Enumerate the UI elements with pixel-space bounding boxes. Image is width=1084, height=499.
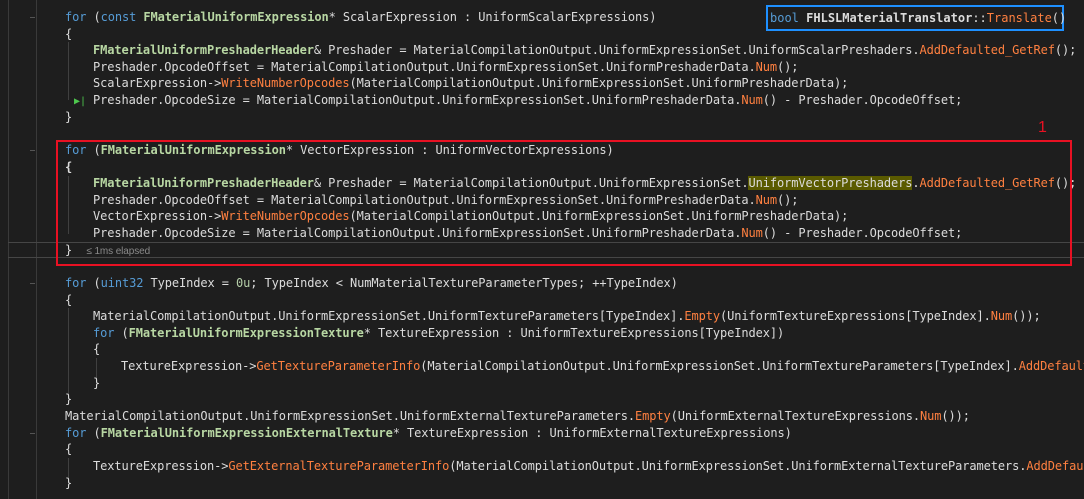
code-text: } (93, 376, 101, 390)
keyword: for (93, 326, 115, 340)
code-text: } (65, 110, 73, 124)
code-text: { (65, 293, 73, 307)
function-name: AddDefaulted_GetRef (919, 43, 1055, 57)
number-literal: 0u (236, 276, 251, 290)
fold-marker[interactable] (30, 17, 35, 18)
code-text: ; TypeIndex < NumMaterialTextureParamete… (250, 276, 678, 290)
annotation-number: 1 (1038, 119, 1047, 136)
type-name: FMaterialUniformExpression (143, 10, 329, 24)
code-text: ( (114, 326, 129, 340)
code-text: ( (86, 276, 101, 290)
function-name: Num (990, 309, 1013, 323)
type-name: FMaterialUniformExpressionTexture (128, 326, 364, 340)
function-name: GetExternalTextureParameterInfo (228, 459, 450, 473)
indent-guide (68, 308, 69, 398)
type-name: FMaterialUniformExpressionExternalTextur… (100, 426, 393, 440)
code-text: Preshader.OpcodeOffset = MaterialCompila… (93, 60, 756, 74)
keyword: for (65, 10, 87, 24)
code-editor[interactable]: for (const FMaterialUniformExpression* S… (0, 0, 1084, 499)
code-text: TextureExpression-> (93, 459, 229, 473)
indent-guide (68, 42, 69, 100)
run-to-click-icon[interactable]: ▶| (74, 96, 86, 107)
type-name: FMaterialUniformPreshaderHeader (93, 43, 314, 57)
code-text: (MaterialCompilationOutput.UniformExpres… (420, 359, 1019, 373)
code-text: (UniformExternalTextureExpressions. (670, 409, 920, 423)
return-type: bool (770, 11, 799, 25)
code-text: } (65, 392, 73, 406)
method-name: Translate (986, 11, 1052, 25)
code-text: { (93, 342, 101, 356)
code-text: { (65, 27, 73, 41)
code-text: * TextureExpression : UniformExternalTex… (392, 426, 792, 440)
function-name: Empty (684, 309, 720, 323)
class-name: FHLSLMaterialTranslator (806, 11, 973, 25)
function-name: AddDefaulte (1026, 459, 1084, 473)
function-name: Num (755, 60, 777, 74)
code-text: Preshader.OpcodeSize = MaterialCompilati… (93, 93, 742, 107)
code-text: MaterialCompilationOutput.UniformExpress… (65, 409, 635, 423)
code-text: (); (776, 60, 799, 74)
fold-marker[interactable] (30, 150, 35, 151)
function-navigation-bar[interactable]: bool FHLSLMaterialTranslator::Translate(… (766, 5, 1067, 31)
code-text: (MaterialCompilationOutput.UniformExpres… (349, 76, 849, 90)
function-name: WriteNumberOpcodes (221, 76, 350, 90)
keyword: const (100, 10, 137, 24)
code-text: TextureExpression-> (121, 359, 257, 373)
function-name: Num (741, 93, 763, 107)
code-text: MaterialCompilationOutput.UniformExpress… (93, 309, 685, 323)
code-text: ( (86, 10, 101, 24)
code-text: (MaterialCompilationOutput.UniformExpres… (449, 459, 1027, 473)
function-name: AddDefaulted (1018, 359, 1084, 373)
scope-separator: :: (972, 11, 987, 25)
keyword: for (65, 426, 87, 440)
fold-marker[interactable] (30, 433, 35, 434)
fold-marker[interactable] (30, 283, 35, 284)
code-text: ScalarExpression-> (93, 76, 222, 90)
code-text: TypeIndex = (143, 276, 236, 290)
annotation-box (56, 140, 1072, 266)
code-text: ( (86, 426, 101, 440)
function-name: GetTextureParameterInfo (256, 359, 421, 373)
code-text: * TextureExpression : UniformTextureExpr… (363, 326, 785, 340)
code-text: & Preshader = MaterialCompilationOutput.… (313, 43, 920, 57)
code-text: } (65, 476, 73, 490)
code-text: (); (1054, 43, 1077, 57)
function-name: Num (919, 409, 942, 423)
keyword: uint32 (100, 276, 144, 290)
code-text: (UniformTextureExpressions[TypeIndex]. (719, 309, 991, 323)
code-text: * ScalarExpression : UniformScalarExpres… (328, 10, 657, 24)
parens: () (1051, 11, 1067, 25)
code-text: ()); (1012, 309, 1041, 323)
function-name: Empty (634, 409, 671, 423)
code-text: ()); (941, 409, 970, 423)
code-text: () - Preshader.OpcodeOffset; (762, 93, 963, 107)
keyword: for (65, 276, 87, 290)
code-text: { (65, 442, 73, 456)
